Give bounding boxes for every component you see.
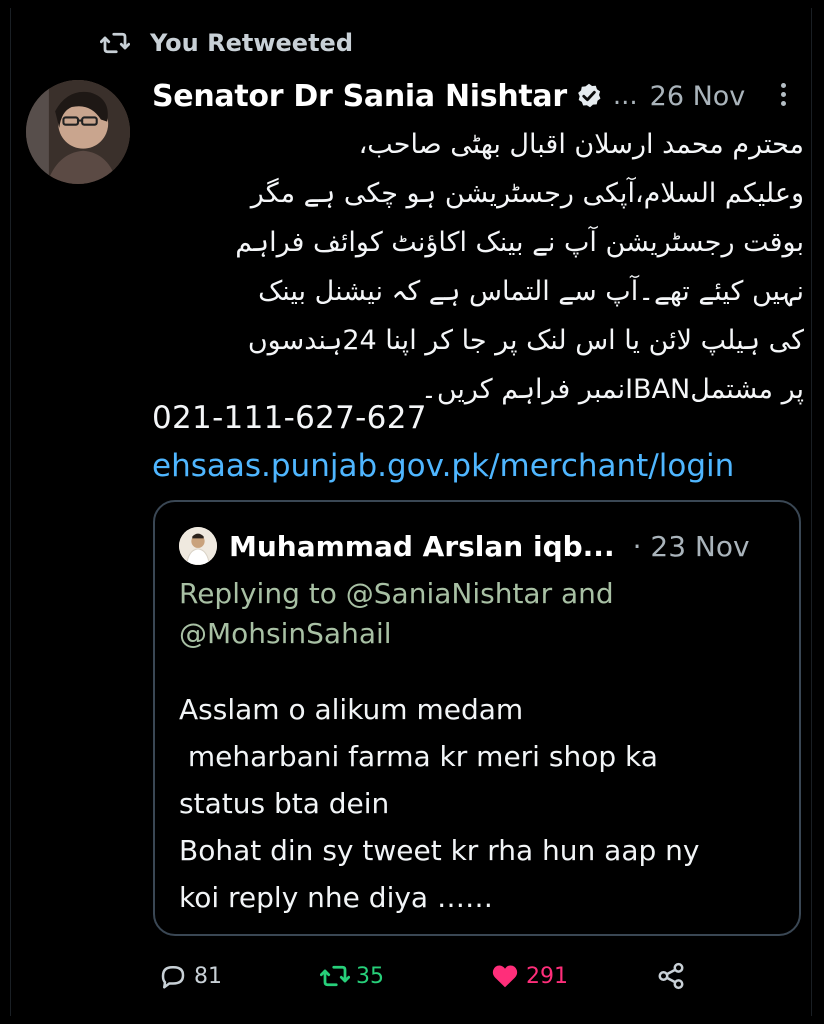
quoted-tweet-header: Muhammad Arslan iqb... · 23 Nov bbox=[179, 526, 750, 566]
share-icon bbox=[658, 962, 684, 990]
tweet-header: Senator Dr Sania Nishtar ... 26 Nov bbox=[152, 76, 784, 116]
reply-count: 81 bbox=[194, 963, 222, 989]
reply-button[interactable]: 81 bbox=[158, 952, 222, 1000]
replying-and: and bbox=[552, 577, 614, 610]
tweet-phone-number: 021-111-627-627 bbox=[152, 400, 427, 436]
replying-to-line: Replying to @SaniaNishtar and @MohsinSaha… bbox=[179, 574, 779, 654]
quoted-author-avatar bbox=[179, 527, 217, 565]
author-name[interactable]: Senator Dr Sania Nishtar bbox=[152, 79, 567, 114]
author-avatar[interactable] bbox=[26, 80, 130, 184]
tweet-body-line: نہیں کیئے تھے۔آپ سے التماس ہے کہ نیشنل ب… bbox=[258, 276, 804, 307]
retweet-banner: You Retweeted bbox=[100, 26, 353, 60]
tweet-link[interactable]: ehsaas.punjab.gov.pk/merchant/login bbox=[152, 448, 734, 484]
share-button[interactable] bbox=[656, 952, 686, 1000]
quoted-body-line: meharbani farma kr meri shop ka bbox=[179, 740, 658, 773]
retweet-count: 35 bbox=[356, 963, 384, 989]
quoted-body-line: status bta dein bbox=[179, 787, 390, 820]
heart-icon bbox=[492, 965, 518, 988]
retweet-banner-text: You Retweeted bbox=[150, 29, 353, 57]
tweet-date[interactable]: 26 Nov bbox=[650, 81, 746, 112]
name-truncation: ... bbox=[612, 81, 638, 111]
retweet-icon bbox=[100, 32, 130, 54]
reply-handle: @SaniaNishtar bbox=[345, 577, 553, 610]
retweet-button[interactable]: 35 bbox=[320, 952, 384, 1000]
replying-to-prefix: Replying to bbox=[179, 577, 346, 610]
quoted-body-line: Bohat din sy tweet kr rha hun aap ny bbox=[179, 834, 700, 867]
like-button[interactable]: 291 bbox=[490, 952, 568, 1000]
reply-handle: @MohsinSahail bbox=[179, 617, 392, 650]
quoted-tweet-body: Asslam o alikum medam meharbani farma kr… bbox=[179, 686, 789, 921]
retweet-icon bbox=[320, 965, 350, 987]
tweet-body-urdu: محترم محمد ارسلان اقبال بھٹی صاحب، وعلیک… bbox=[150, 120, 804, 414]
verified-badge-icon bbox=[578, 83, 601, 108]
author-avatar-image bbox=[26, 80, 130, 184]
tweet-action-bar: 81 35 291 bbox=[0, 952, 824, 1002]
quoted-tweet-date: · 23 Nov bbox=[632, 529, 750, 563]
tweet-body-line: کی ہیلپ لائن یا اس لنک پر جا کر اپنا 24ہ… bbox=[247, 325, 804, 356]
tweet-body-line: وعلیکم السلام،آپکی رجسٹریشن ہو چکی ہے مگ… bbox=[250, 178, 804, 209]
quoted-tweet-card[interactable]: Muhammad Arslan iqb... · 23 Nov Replying… bbox=[153, 500, 801, 936]
tweet-body-line: بوقت رجسٹریشن آپ نے بینک اکاؤنٹ کوائف فر… bbox=[235, 227, 804, 258]
reply-icon bbox=[161, 966, 185, 989]
tweet-body-line: محترم محمد ارسلان اقبال بھٹی صاحب، bbox=[358, 129, 804, 160]
quoted-body-line: Asslam o alikum medam bbox=[179, 693, 524, 726]
like-count: 291 bbox=[526, 963, 568, 989]
quoted-author-name: Muhammad Arslan iqb... bbox=[229, 529, 615, 563]
quoted-body-line: koi reply nhe diya …… bbox=[179, 881, 493, 914]
more-options-icon[interactable] bbox=[770, 80, 796, 112]
